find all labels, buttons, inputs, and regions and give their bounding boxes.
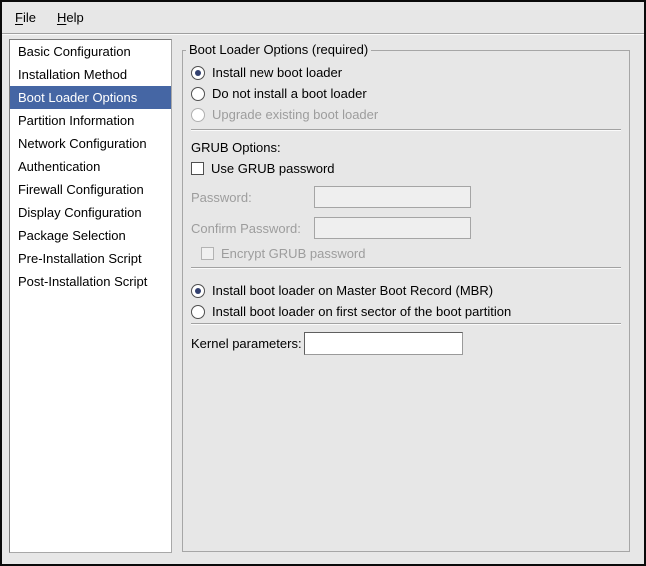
radio-install-on-first-sector[interactable]: Install boot loader on first sector of t…: [191, 301, 621, 322]
separator: [191, 323, 621, 325]
radio-icon: [191, 108, 205, 122]
radio-icon: [191, 305, 205, 319]
checkbox-label: Encrypt GRUB password: [221, 246, 366, 261]
radio-label: Do not install a boot loader: [212, 86, 367, 101]
sidebar-item-pre-installation-script[interactable]: Pre-Installation Script: [10, 247, 171, 270]
menu-file-rest: ile: [23, 10, 36, 25]
kernel-parameters-row: Kernel parameters:: [191, 332, 621, 355]
confirm-password-input: [314, 217, 471, 239]
menu-help-accel: H: [57, 10, 66, 25]
radio-icon: [191, 284, 205, 298]
menu-file[interactable]: File: [12, 8, 39, 27]
confirm-password-row: Confirm Password:: [191, 217, 621, 239]
radio-install-new-boot-loader[interactable]: Install new boot loader: [191, 62, 621, 83]
checkbox-icon: [191, 162, 204, 175]
sidebar-item-basic-configuration[interactable]: Basic Configuration: [10, 40, 171, 63]
radio-label: Install boot loader on first sector of t…: [212, 304, 511, 319]
grub-options-label: GRUB Options:: [191, 137, 621, 158]
kernel-parameters-label: Kernel parameters:: [191, 336, 304, 351]
separator: [191, 129, 621, 131]
checkbox-label: Use GRUB password: [211, 161, 335, 176]
checkbox-icon: [201, 247, 214, 260]
sidebar-item-post-installation-script[interactable]: Post-Installation Script: [10, 270, 171, 293]
radio-do-not-install-boot-loader[interactable]: Do not install a boot loader: [191, 83, 621, 104]
menu-file-accel: F: [15, 10, 23, 25]
sidebar-item-display-configuration[interactable]: Display Configuration: [10, 201, 171, 224]
radio-label: Install new boot loader: [212, 65, 342, 80]
radio-label: Upgrade existing boot loader: [212, 107, 378, 122]
menu-help-rest: elp: [66, 10, 83, 25]
radio-install-on-mbr[interactable]: Install boot loader on Master Boot Recor…: [191, 280, 621, 301]
confirm-password-label: Confirm Password:: [191, 221, 314, 236]
menubar: File Help: [2, 2, 644, 33]
sidebar-item-installation-method[interactable]: Installation Method: [10, 63, 171, 86]
radio-icon: [191, 66, 205, 80]
sidebar-item-firewall-configuration[interactable]: Firewall Configuration: [10, 178, 171, 201]
separator: [191, 267, 621, 269]
checkbox-use-grub-password[interactable]: Use GRUB password: [191, 158, 621, 179]
password-label: Password:: [191, 190, 314, 205]
radio-icon: [191, 87, 205, 101]
checkbox-encrypt-grub-password: Encrypt GRUB password: [201, 243, 621, 264]
password-row: Password:: [191, 186, 621, 208]
radio-upgrade-existing-boot-loader: Upgrade existing boot loader: [191, 104, 621, 125]
sidebar-item-partition-information[interactable]: Partition Information: [10, 109, 171, 132]
frame-title: Boot Loader Options (required): [186, 42, 371, 58]
sidebar-item-package-selection[interactable]: Package Selection: [10, 224, 171, 247]
sidebar-item-network-configuration[interactable]: Network Configuration: [10, 132, 171, 155]
kickstart-configurator-window: { "window": { "background": "#e7e7e7", "…: [0, 0, 646, 566]
kernel-parameters-input[interactable]: [304, 332, 463, 355]
menubar-separator: [2, 33, 644, 35]
radio-label: Install boot loader on Master Boot Recor…: [212, 283, 493, 298]
menu-help[interactable]: Help: [54, 8, 87, 27]
password-input: [314, 186, 471, 208]
section-list: Basic Configuration Installation Method …: [9, 39, 172, 553]
sidebar-item-authentication[interactable]: Authentication: [10, 155, 171, 178]
sidebar-item-boot-loader-options[interactable]: Boot Loader Options: [10, 86, 171, 109]
boot-loader-options-frame: Boot Loader Options (required) Install n…: [182, 50, 630, 552]
